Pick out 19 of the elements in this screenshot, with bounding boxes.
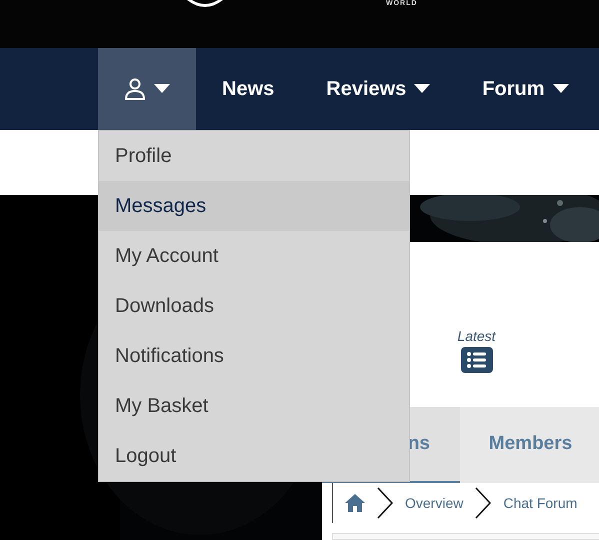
breadcrumb-link[interactable]: Chat Forum [503,492,578,514]
nav-link[interactable]: Reviews [300,48,456,130]
nav-link[interactable]: Forum [456,48,595,130]
menu-item[interactable]: Notifications [99,331,409,381]
account-menu-button[interactable] [98,48,196,130]
menu-item[interactable]: Downloads [99,281,409,331]
list-icon[interactable] [460,347,492,373]
menu-item[interactable]: Logout [99,431,409,481]
chevron-icon [377,487,393,519]
menu-item[interactable]: My Basket [99,381,409,431]
logo-icon [187,0,223,8]
menu-item[interactable]: My Account [99,231,409,281]
home-icon[interactable] [345,494,365,512]
chevron-icon [475,487,492,519]
latest-label: Latest [457,327,496,346]
breadcrumb-link[interactable]: Overview [405,492,464,514]
nav-link[interactable]: News [196,48,300,130]
user-icon [124,78,146,100]
menu-item[interactable]: Messages [99,181,409,231]
